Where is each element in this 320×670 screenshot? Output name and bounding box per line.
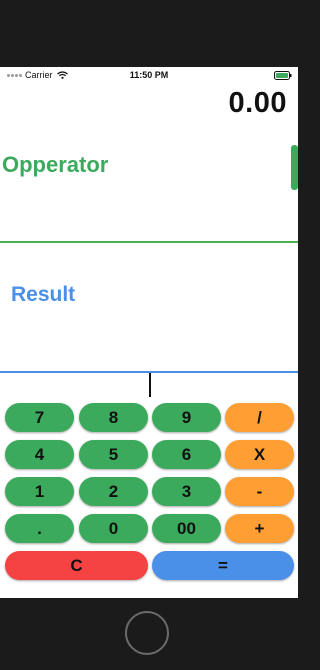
equals-button[interactable]: = [152,551,294,580]
result-label: Result [11,283,76,306]
key-divide[interactable]: / [225,403,294,432]
key-5[interactable]: 5 [79,440,148,469]
text-cursor [149,373,151,397]
device-bezel-top [0,0,298,67]
key-2[interactable]: 2 [79,477,148,506]
key-00[interactable]: 00 [152,514,221,543]
result-panel[interactable]: Result [0,243,298,373]
key-add[interactable]: + [225,514,294,543]
key-9[interactable]: 9 [152,403,221,432]
device-bezel-bottom [0,598,298,670]
key-6[interactable]: 6 [152,440,221,469]
clear-button[interactable]: C [5,551,148,580]
key-1[interactable]: 1 [5,477,74,506]
scroll-handle[interactable] [291,145,298,190]
key-multiply[interactable]: X [225,440,294,469]
key-7[interactable]: 7 [5,403,74,432]
battery-icon [274,71,292,80]
display-value: 0.00 [228,87,287,119]
key-0[interactable]: 0 [79,514,148,543]
operator-panel[interactable]: Opperator [0,137,298,243]
key-decimal[interactable]: . [5,514,74,543]
key-8[interactable]: 8 [79,403,148,432]
key-4[interactable]: 4 [5,440,74,469]
status-bar: Carrier 11:50 PM [0,67,298,84]
home-button[interactable] [125,611,169,655]
status-time: 11:50 PM [129,70,169,80]
key-subtract[interactable]: - [225,477,294,506]
key-3[interactable]: 3 [152,477,221,506]
operator-label: Opperator [2,152,109,177]
app-screen: Carrier 11:50 PM 0.00 Opperator Result 7… [0,67,298,598]
